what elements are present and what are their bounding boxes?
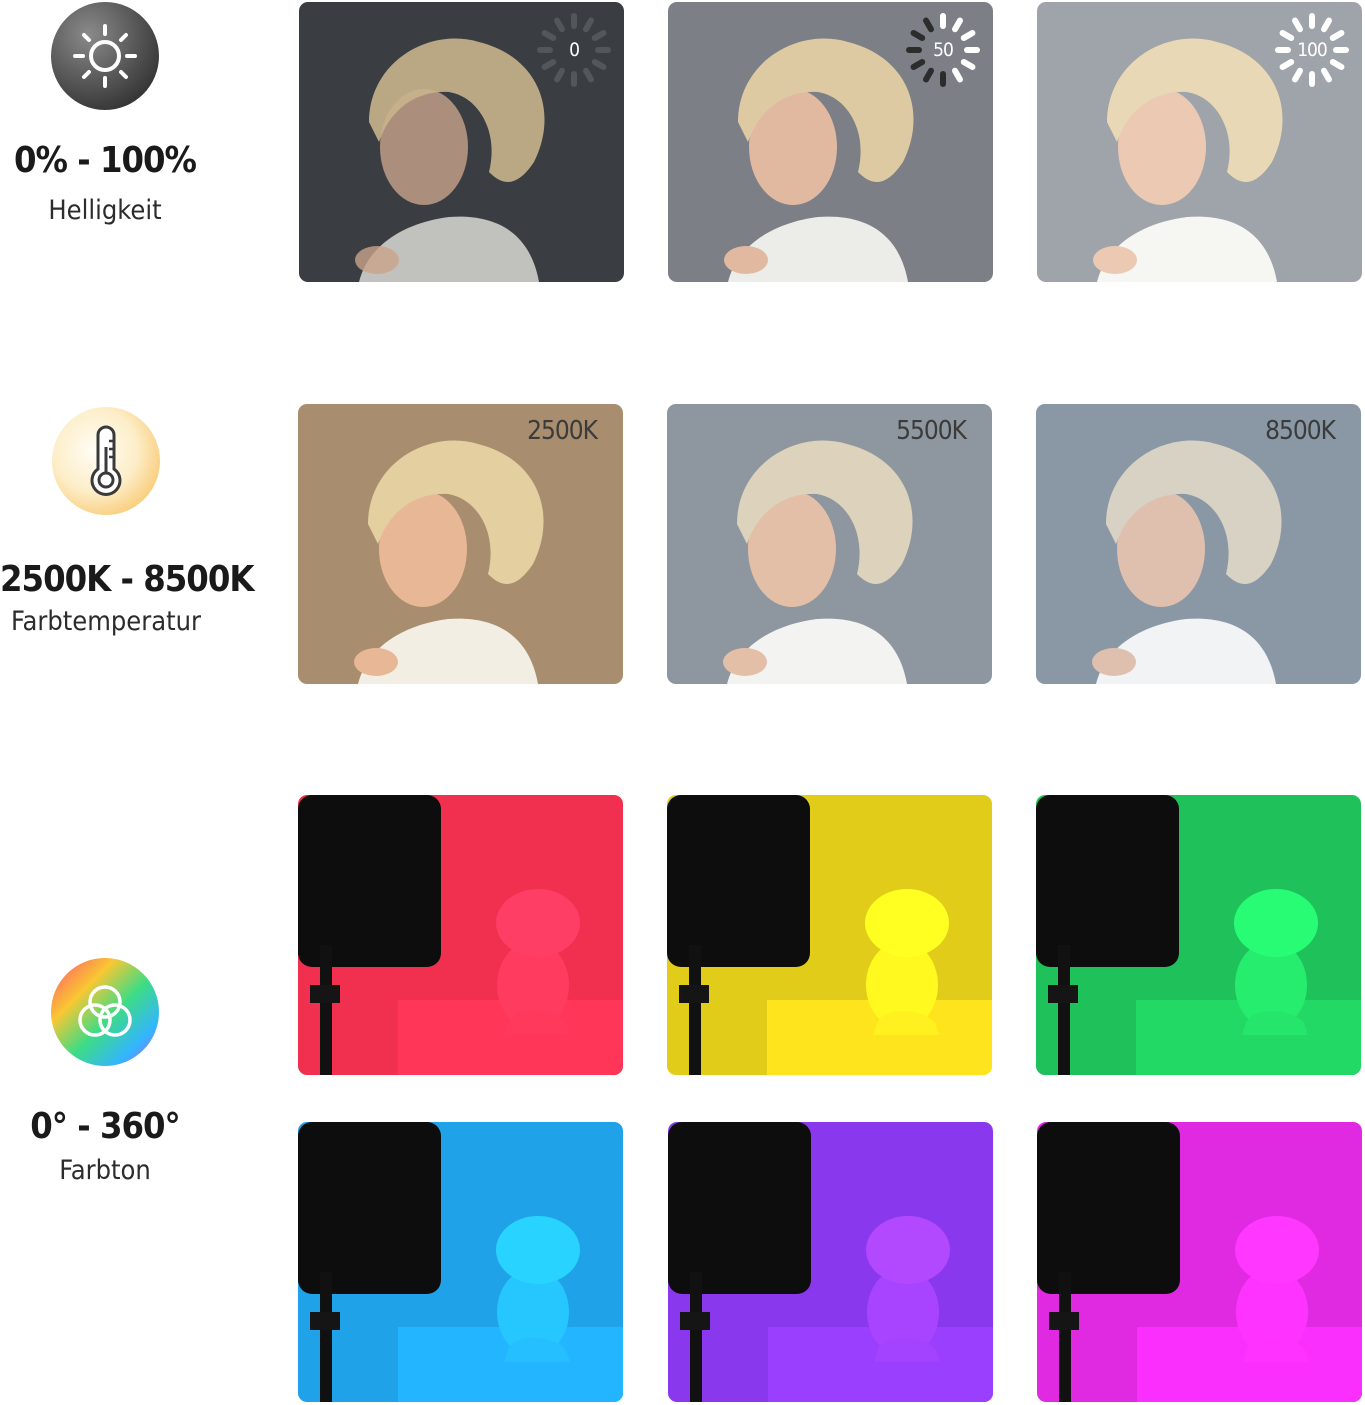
brightness-level-label: 50 bbox=[933, 39, 954, 61]
hue-range: 0° - 360° bbox=[30, 1106, 181, 1147]
temperature-label: 2500K bbox=[527, 416, 598, 446]
hue-photo bbox=[1036, 795, 1361, 1075]
light-panel bbox=[1036, 795, 1179, 967]
color-temperature-range: 2500K - 8500K bbox=[0, 559, 254, 600]
hue-caption: Farbton bbox=[59, 1155, 151, 1186]
brightness-dial-0: 0 bbox=[536, 12, 612, 88]
brightness-photo-50: 50 bbox=[668, 2, 993, 282]
brightness-photo-0: 0 bbox=[299, 2, 624, 282]
temperature-photo-8500k: 8500K bbox=[1036, 404, 1361, 684]
brightness-level-label: 100 bbox=[1297, 39, 1328, 61]
hue-photo bbox=[1037, 1122, 1362, 1402]
hue-feature: 0° - 360° Farbton bbox=[0, 958, 210, 1186]
light-panel bbox=[668, 1122, 811, 1294]
bust-scene bbox=[298, 795, 623, 1075]
light-panel bbox=[1037, 1122, 1180, 1294]
bust-scene bbox=[298, 1122, 623, 1402]
portrait-photo bbox=[1036, 404, 1361, 684]
temperature-photo-2500k: 2500K bbox=[298, 404, 623, 684]
light-panel bbox=[298, 1122, 441, 1294]
portrait-photo bbox=[298, 404, 623, 684]
brightness-dial-100: 100 bbox=[1274, 12, 1350, 88]
light-panel bbox=[298, 795, 441, 967]
sun-icon bbox=[51, 2, 159, 110]
temperature-label: 5500K bbox=[896, 416, 967, 446]
color-temperature-caption: Farbtemperatur bbox=[10, 606, 202, 637]
brightness-level-label: 0 bbox=[569, 39, 580, 61]
brightness-dial-50: 50 bbox=[905, 12, 981, 88]
bust-scene bbox=[667, 795, 992, 1075]
bust-scene bbox=[668, 1122, 993, 1402]
thermometer-icon bbox=[52, 407, 160, 515]
hue-photo bbox=[668, 1122, 993, 1402]
brightness-range: 0% - 100% bbox=[13, 140, 197, 181]
bust-scene bbox=[1036, 795, 1361, 1075]
temperature-photo-5500k: 5500K bbox=[667, 404, 992, 684]
temperature-label: 8500K bbox=[1265, 416, 1336, 446]
hue-photo bbox=[298, 1122, 623, 1402]
light-panel bbox=[667, 795, 810, 967]
bust-scene bbox=[1037, 1122, 1362, 1402]
hue-photo bbox=[667, 795, 992, 1075]
color-temperature-feature: 2500K - 8500K Farbtemperatur bbox=[0, 407, 254, 637]
hue-photo bbox=[298, 795, 623, 1075]
portrait-photo bbox=[667, 404, 992, 684]
color-circles-icon bbox=[51, 958, 159, 1066]
brightness-feature: 0% - 100% Helligkeit bbox=[0, 0, 210, 226]
brightness-caption: Helligkeit bbox=[48, 195, 162, 226]
brightness-photo-100: 100 bbox=[1037, 2, 1362, 282]
